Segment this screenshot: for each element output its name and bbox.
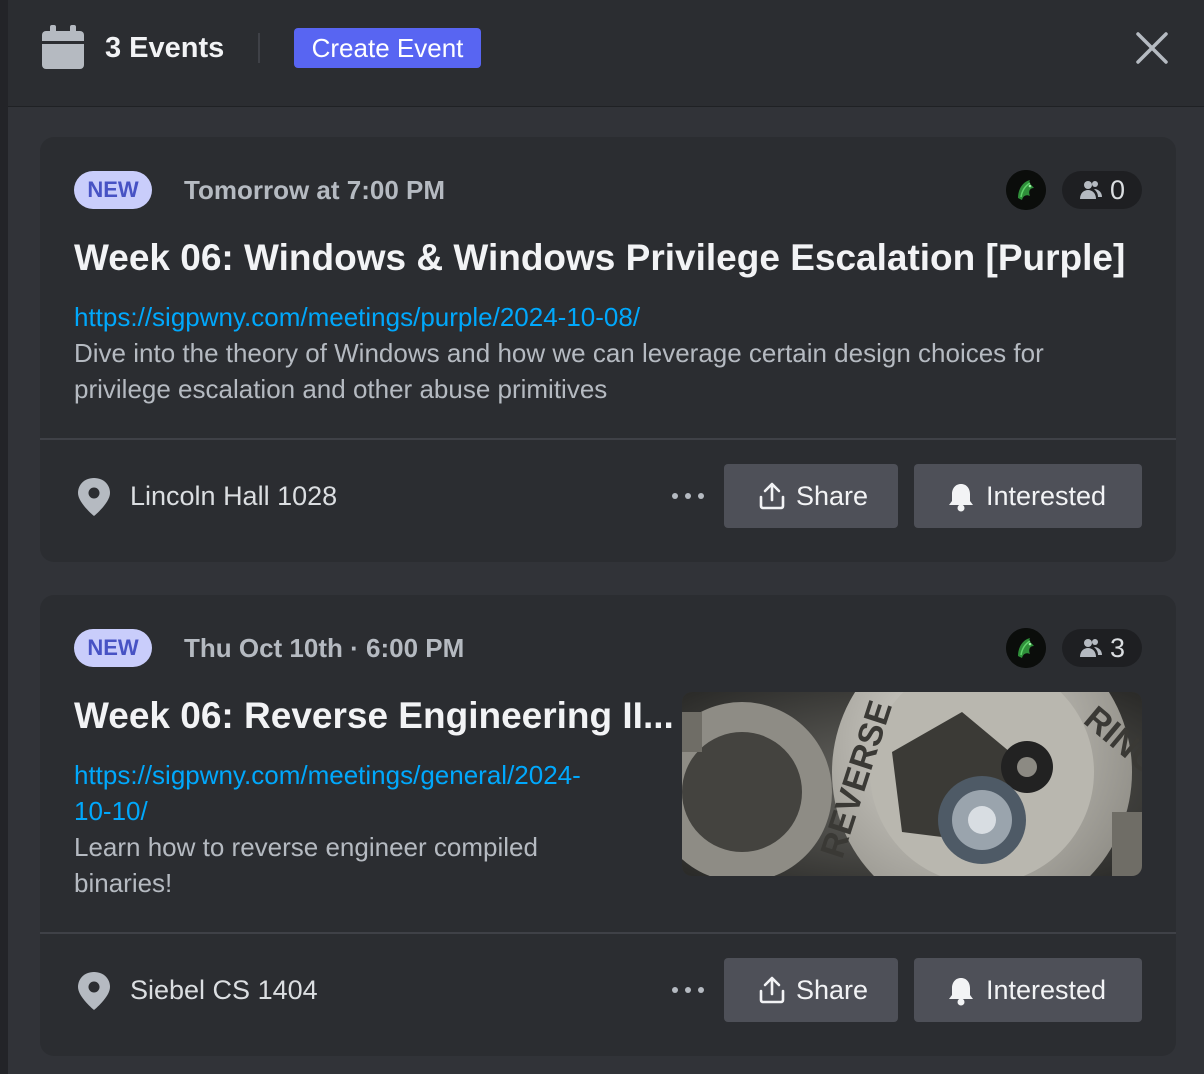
interested-button[interactable]: Interested bbox=[914, 464, 1142, 528]
create-event-button[interactable]: Create Event bbox=[294, 28, 481, 68]
interested-count: 3 bbox=[1110, 633, 1126, 663]
interested-count-pill: 3 bbox=[1062, 629, 1142, 667]
interested-button[interactable]: Interested bbox=[914, 958, 1142, 1022]
events-count-title: 3 Events bbox=[105, 32, 225, 64]
location-pin-icon bbox=[78, 478, 110, 516]
bell-icon bbox=[949, 484, 973, 512]
event-link-line[interactable]: https://sigpwny.com/meetings/general/202… bbox=[74, 757, 581, 793]
event-title: Week 06: Windows & Windows Privilege Esc… bbox=[74, 237, 1126, 278]
event-description-line: Dive into the theory of Windows and how … bbox=[74, 338, 1044, 368]
more-dots-icon[interactable] bbox=[666, 970, 710, 1010]
card-divider bbox=[40, 932, 1176, 934]
interested-label: Interested bbox=[986, 481, 1107, 511]
event-time: Thu Oct 10th · 6:00 PM bbox=[184, 633, 465, 663]
modal-header: 3 Events Create Event bbox=[8, 0, 1204, 106]
event-link-line[interactable]: 10-10/ bbox=[74, 793, 148, 829]
event-link[interactable]: https://sigpwny.com/meetings/purple/2024… bbox=[74, 299, 640, 335]
more-dots-icon[interactable] bbox=[666, 476, 710, 516]
new-badge: NEW bbox=[74, 629, 152, 667]
event-description-line: privilege escalation and other abuse pri… bbox=[74, 374, 608, 404]
event-location: Siebel CS 1404 bbox=[130, 975, 318, 1005]
interested-count-pill: 0 bbox=[1062, 171, 1142, 209]
event-cover-image: REVERSE RING bbox=[682, 692, 1142, 876]
events-modal: 3 Events Create Event NEW Tomorrow at 7:… bbox=[8, 0, 1204, 1074]
event-description-line: binaries! bbox=[74, 868, 173, 898]
location-pin-icon bbox=[78, 972, 110, 1010]
calendar-icon bbox=[42, 25, 84, 69]
header-divider bbox=[258, 33, 260, 63]
share-icon bbox=[759, 482, 785, 510]
background-sidebar-edge bbox=[0, 0, 8, 1074]
bell-icon bbox=[949, 978, 973, 1006]
event-card[interactable]: NEW Tomorrow at 7:00 PM 0 Week 06: Windo… bbox=[40, 137, 1176, 562]
close-icon[interactable] bbox=[1134, 30, 1170, 66]
users-icon bbox=[1080, 639, 1102, 657]
event-location: Lincoln Hall 1028 bbox=[130, 481, 338, 511]
event-time: Tomorrow at 7:00 PM bbox=[184, 175, 446, 205]
card-divider bbox=[40, 438, 1176, 440]
share-button[interactable]: Share bbox=[724, 464, 898, 528]
interested-count: 0 bbox=[1110, 175, 1126, 205]
interested-label: Interested bbox=[986, 975, 1107, 1005]
new-badge: NEW bbox=[74, 171, 152, 209]
event-description-line: Learn how to reverse engineer compiled bbox=[74, 832, 538, 862]
share-label: Share bbox=[796, 481, 869, 511]
share-icon bbox=[759, 976, 785, 1004]
share-button[interactable]: Share bbox=[724, 958, 898, 1022]
event-card[interactable]: NEW Thu Oct 10th · 6:00 PM 3 Week 06: Re… bbox=[40, 595, 1176, 1056]
guild-avatar-icon bbox=[1006, 170, 1046, 210]
share-label: Share bbox=[796, 975, 869, 1005]
guild-avatar-icon bbox=[1006, 628, 1046, 668]
event-title: Week 06: Reverse Engineering II... bbox=[74, 695, 674, 736]
users-icon bbox=[1080, 181, 1102, 199]
